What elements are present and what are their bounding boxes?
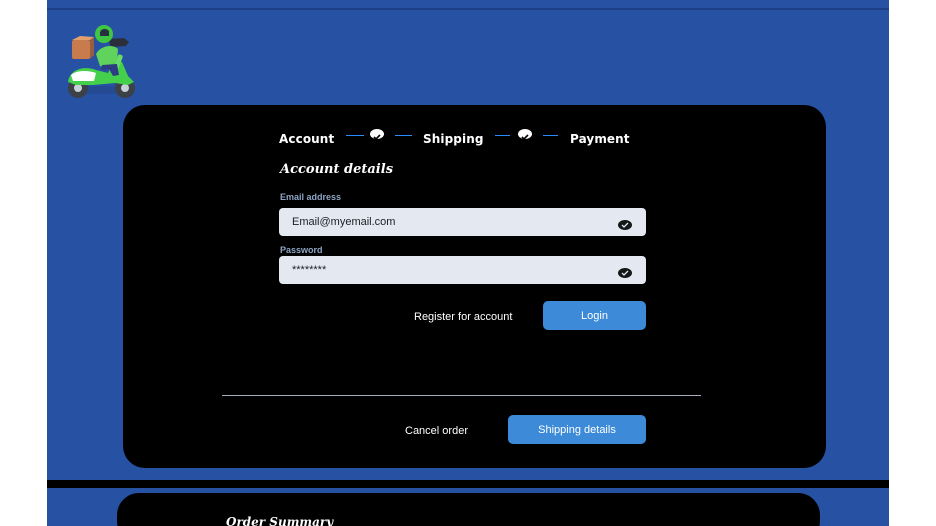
password-field[interactable] [279, 256, 646, 284]
delivery-scooter-logo [58, 18, 142, 102]
step-connector [346, 135, 364, 136]
eye-icon[interactable] [618, 217, 632, 230]
step-account[interactable]: Account [279, 132, 334, 146]
shipping-details-button[interactable]: Shipping details [508, 415, 646, 444]
login-button[interactable]: Login [543, 301, 646, 330]
password-input[interactable] [292, 261, 592, 279]
order-summary-title: Order Summary [226, 515, 334, 526]
step-connector [495, 135, 510, 136]
cancel-order-button[interactable]: Cancel order [405, 425, 468, 437]
check-icon [370, 129, 384, 141]
step-payment[interactable]: Payment [570, 132, 630, 146]
step-shipping[interactable]: Shipping [423, 132, 484, 146]
email-label: Email address [280, 192, 342, 202]
password-label: Password [280, 245, 323, 255]
eye-icon[interactable] [618, 265, 632, 278]
step-connector [543, 135, 558, 136]
checkout-stepper: Account Shipping Payment [279, 127, 639, 151]
email-field[interactable] [279, 208, 646, 236]
top-divider [47, 8, 889, 10]
check-icon [518, 129, 532, 141]
email-input[interactable] [292, 213, 592, 231]
order-summary-card: Order Summary [117, 493, 820, 526]
footer-divider [222, 395, 701, 396]
section-separator [47, 480, 889, 488]
step-connector [395, 135, 412, 136]
register-link[interactable]: Register for account [414, 311, 512, 323]
account-details-title: Account details [280, 162, 394, 177]
account-step-card: Account Shipping Payment Account details… [123, 105, 826, 468]
checkout-page: Account Shipping Payment Account details… [0, 0, 936, 526]
